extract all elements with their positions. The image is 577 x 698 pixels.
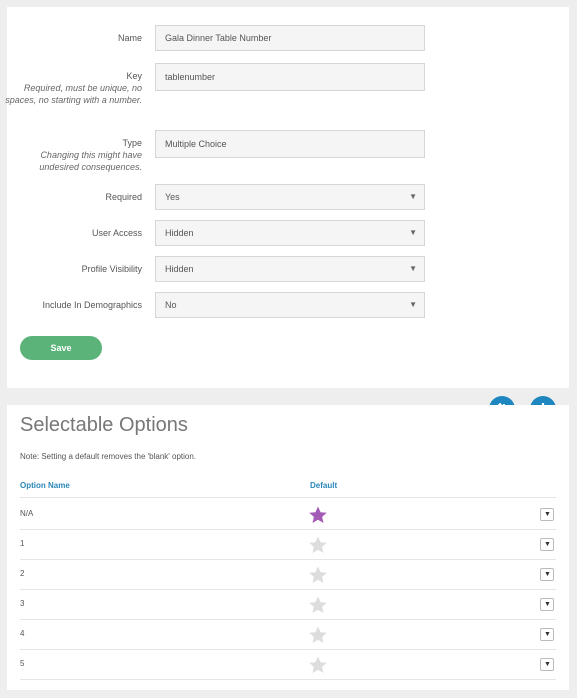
type-label: Type Changing this might have undesired … (2, 137, 142, 173)
column-header-default[interactable]: Default (310, 481, 337, 490)
header-divider (20, 497, 556, 498)
demographics-select[interactable]: No ▼ (155, 292, 425, 318)
name-input[interactable]: Gala Dinner Table Number (155, 25, 425, 51)
key-input[interactable]: tablenumber (155, 63, 425, 91)
key-label: Key Required, must be unique, no spaces,… (2, 70, 142, 106)
demographics-label: Include In Demographics (42, 300, 142, 310)
option-row: N/A ▼ (7, 500, 569, 530)
column-header-option-name[interactable]: Option Name (20, 481, 70, 490)
option-actions-dropdown[interactable]: ▼ (540, 568, 554, 581)
default-star-icon[interactable] (308, 625, 328, 645)
row-divider (20, 679, 556, 680)
field-settings-card: Name Gala Dinner Table Number Key Requir… (5, 7, 569, 388)
default-star-icon-active[interactable] (308, 505, 328, 525)
caret-down-icon: ▼ (544, 571, 551, 578)
profile-visibility-select[interactable]: Hidden ▼ (155, 256, 425, 282)
option-actions-dropdown[interactable]: ▼ (540, 598, 554, 611)
caret-down-icon: ▼ (409, 228, 417, 237)
user-access-label: User Access (91, 228, 142, 238)
caret-down-icon: ▼ (409, 192, 417, 201)
selectable-options-card: Selectable Options Note: Setting a defau… (7, 405, 569, 690)
default-star-icon[interactable] (308, 535, 328, 555)
type-input[interactable]: Multiple Choice (155, 130, 425, 158)
caret-down-icon: ▼ (409, 264, 417, 273)
caret-down-icon: ▼ (544, 661, 551, 668)
default-star-icon[interactable] (308, 595, 328, 615)
required-select[interactable]: Yes ▼ (155, 184, 425, 210)
option-actions-dropdown[interactable]: ▼ (540, 628, 554, 641)
save-button[interactable]: Save (20, 336, 102, 360)
name-label: Name (117, 33, 142, 43)
caret-down-icon: ▼ (544, 511, 551, 518)
option-row: 1 ▼ (7, 530, 569, 560)
option-name: 4 (20, 629, 25, 638)
option-row: 2 ▼ (7, 560, 569, 590)
default-star-icon[interactable] (308, 655, 328, 675)
option-name: 5 (20, 659, 25, 668)
user-access-select[interactable]: Hidden ▼ (155, 220, 425, 246)
option-name: 2 (20, 569, 25, 578)
option-name: 1 (20, 539, 25, 548)
demographics-value: No (165, 300, 177, 310)
default-note: Note: Setting a default removes the 'bla… (20, 452, 197, 461)
section-title: Selectable Options (20, 414, 188, 436)
required-label: Required (105, 192, 142, 202)
required-value: Yes (165, 192, 180, 202)
key-hint: Required, must be unique, no spaces, no … (5, 83, 142, 105)
option-actions-dropdown[interactable]: ▼ (540, 508, 554, 521)
option-actions-dropdown[interactable]: ▼ (540, 658, 554, 671)
profile-visibility-label: Profile Visibility (81, 264, 142, 274)
option-row: 4 ▼ (7, 620, 569, 650)
caret-down-icon: ▼ (544, 631, 551, 638)
caret-down-icon: ▼ (544, 601, 551, 608)
profile-visibility-value: Hidden (165, 264, 194, 274)
option-actions-dropdown[interactable]: ▼ (540, 538, 554, 551)
caret-down-icon: ▼ (544, 541, 551, 548)
option-name: N/A (20, 509, 34, 518)
option-name: 3 (20, 599, 25, 608)
user-access-value: Hidden (165, 228, 194, 238)
default-star-icon[interactable] (308, 565, 328, 585)
option-row: 3 ▼ (7, 590, 569, 620)
caret-down-icon: ▼ (409, 300, 417, 309)
type-hint: Changing this might have undesired conse… (39, 150, 142, 172)
option-row: 5 ▼ (7, 650, 569, 680)
